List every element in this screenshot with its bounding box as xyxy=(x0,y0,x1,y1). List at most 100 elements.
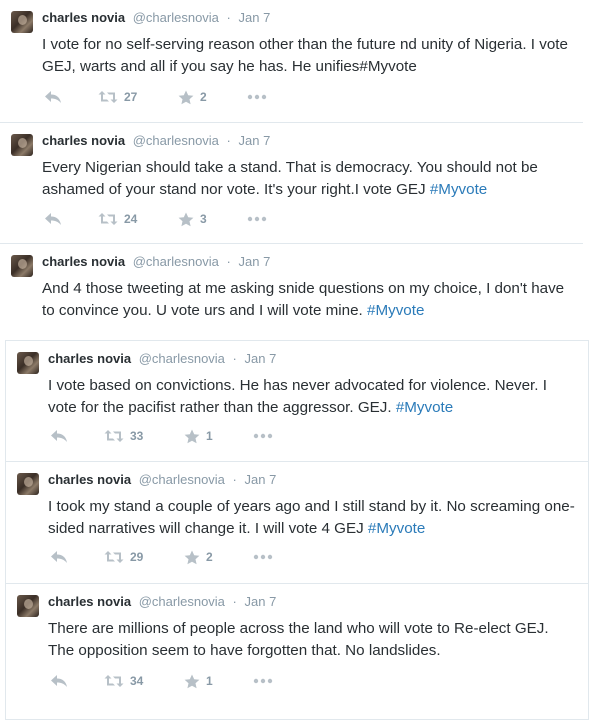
avatar[interactable] xyxy=(11,11,33,33)
user-name[interactable]: charles novia xyxy=(42,254,125,269)
retweet-button[interactable]: 27 xyxy=(98,88,137,106)
tweet-header: charles novia @charlesnovia · Jan 7 xyxy=(48,472,276,488)
favorite-count: 1 xyxy=(206,674,213,688)
tweet-date[interactable]: Jan 7 xyxy=(245,472,277,487)
favorite-button[interactable]: 2 xyxy=(184,548,213,566)
more-icon xyxy=(253,433,273,439)
tweet-body: I vote based on convictions. He has neve… xyxy=(48,377,547,416)
retweet-button[interactable]: 33 xyxy=(104,427,143,445)
retweet-count: 33 xyxy=(130,429,144,443)
tweet-date[interactable]: Jan 7 xyxy=(239,133,271,148)
more-button[interactable] xyxy=(247,88,267,106)
user-handle[interactable]: @charlesnovia xyxy=(139,594,225,609)
tweet-date[interactable]: Jan 7 xyxy=(245,594,277,609)
user-handle[interactable]: @charlesnovia xyxy=(139,472,225,487)
reply-button[interactable] xyxy=(44,88,62,106)
favorite-icon xyxy=(184,429,200,443)
tweet-actions: 29 2 xyxy=(48,548,348,566)
hashtag-link[interactable]: #Myvote xyxy=(430,181,487,198)
user-name[interactable]: charles novia xyxy=(42,133,125,148)
hashtag-link[interactable]: #Myvote xyxy=(368,520,425,537)
tweet-text: I vote based on convictions. He has neve… xyxy=(48,375,578,419)
retweet-button[interactable]: 34 xyxy=(104,672,143,690)
user-handle[interactable]: @charlesnovia xyxy=(139,351,225,366)
more-icon xyxy=(247,216,267,222)
retweet-button[interactable]: 24 xyxy=(98,210,137,228)
tweet-text: I took my stand a couple of years ago an… xyxy=(48,496,578,540)
tweet[interactable]: charles novia @charlesnovia · Jan 7 And … xyxy=(0,244,583,344)
tweet-header: charles novia @charlesnovia · Jan 7 xyxy=(42,133,270,149)
hashtag-link[interactable]: #Myvote xyxy=(396,399,453,416)
user-name[interactable]: charles novia xyxy=(48,594,131,609)
separator-dot: · xyxy=(232,472,237,487)
favorite-count: 2 xyxy=(206,550,213,564)
more-icon xyxy=(253,554,273,560)
user-name[interactable]: charles novia xyxy=(48,351,131,366)
reply-icon xyxy=(45,213,61,225)
retweet-icon xyxy=(104,675,124,687)
more-icon xyxy=(247,94,267,100)
tweet-header: charles novia @charlesnovia · Jan 7 xyxy=(48,351,276,367)
avatar[interactable] xyxy=(17,595,39,617)
tweet-date[interactable]: Jan 7 xyxy=(239,254,271,269)
avatar[interactable] xyxy=(11,134,33,156)
retweet-icon xyxy=(104,430,124,442)
favorite-count: 3 xyxy=(200,212,207,226)
user-handle[interactable]: @charlesnovia xyxy=(133,10,219,25)
tweet[interactable]: charles novia @charlesnovia · Jan 7 Ther… xyxy=(5,584,589,720)
reply-button[interactable] xyxy=(44,210,62,228)
tweet-body: And 4 those tweeting at me asking snide … xyxy=(42,280,565,319)
tweet-header: charles novia @charlesnovia · Jan 7 xyxy=(42,10,270,26)
favorite-button[interactable]: 3 xyxy=(178,210,207,228)
avatar[interactable] xyxy=(11,255,33,277)
favorite-count: 1 xyxy=(206,429,213,443)
tweet-text: I vote for no self-serving reason other … xyxy=(42,34,572,78)
avatar[interactable] xyxy=(17,473,39,495)
reply-button[interactable] xyxy=(50,548,68,566)
more-button[interactable] xyxy=(253,672,273,690)
tweet-actions: 24 3 xyxy=(42,210,342,228)
tweet[interactable]: charles novia @charlesnovia · Jan 7 I to… xyxy=(5,462,589,584)
retweet-icon xyxy=(98,91,118,103)
user-handle[interactable]: @charlesnovia xyxy=(133,254,219,269)
tweet[interactable]: charles novia @charlesnovia · Jan 7 I vo… xyxy=(0,0,583,123)
user-handle[interactable]: @charlesnovia xyxy=(133,133,219,148)
more-button[interactable] xyxy=(247,210,267,228)
reply-button[interactable] xyxy=(50,672,68,690)
favorite-icon xyxy=(178,212,194,226)
tweet-date[interactable]: Jan 7 xyxy=(239,10,271,25)
tweet-header: charles novia @charlesnovia · Jan 7 xyxy=(48,594,276,610)
retweet-count: 34 xyxy=(130,674,144,688)
tweet-feed: charles novia @charlesnovia · Jan 7 I vo… xyxy=(0,0,596,720)
tweet-text: Every Nigerian should take a stand. That… xyxy=(42,157,572,201)
separator-dot: · xyxy=(232,351,237,366)
tweet-header: charles novia @charlesnovia · Jan 7 xyxy=(42,254,270,270)
tweet-body: There are millions of people across the … xyxy=(48,620,549,659)
reply-button[interactable] xyxy=(50,427,68,445)
favorite-button[interactable]: 2 xyxy=(178,88,207,106)
favorite-icon xyxy=(178,90,194,104)
user-name[interactable]: charles novia xyxy=(42,10,125,25)
tweet[interactable]: charles novia @charlesnovia · Jan 7 Ever… xyxy=(0,123,583,244)
retweet-count: 27 xyxy=(124,90,138,104)
retweet-button[interactable]: 29 xyxy=(104,548,143,566)
favorite-icon xyxy=(184,674,200,688)
tweet-date[interactable]: Jan 7 xyxy=(245,351,277,366)
more-button[interactable] xyxy=(253,427,273,445)
tweet-body: I took my stand a couple of years ago an… xyxy=(48,498,575,537)
favorite-button[interactable]: 1 xyxy=(184,427,213,445)
avatar[interactable] xyxy=(17,352,39,374)
reply-icon xyxy=(51,551,67,563)
more-icon xyxy=(253,678,273,684)
hashtag-link[interactable]: #Myvote xyxy=(367,302,424,319)
retweet-count: 24 xyxy=(124,212,138,226)
tweet[interactable]: charles novia @charlesnovia · Jan 7 I vo… xyxy=(5,340,589,462)
tweet-text: And 4 those tweeting at me asking snide … xyxy=(42,278,572,322)
user-name[interactable]: charles novia xyxy=(48,472,131,487)
reply-icon xyxy=(45,91,61,103)
favorite-button[interactable]: 1 xyxy=(184,672,213,690)
reply-icon xyxy=(51,430,67,442)
more-button[interactable] xyxy=(253,548,273,566)
separator-dot: · xyxy=(232,594,237,609)
reply-icon xyxy=(51,675,67,687)
